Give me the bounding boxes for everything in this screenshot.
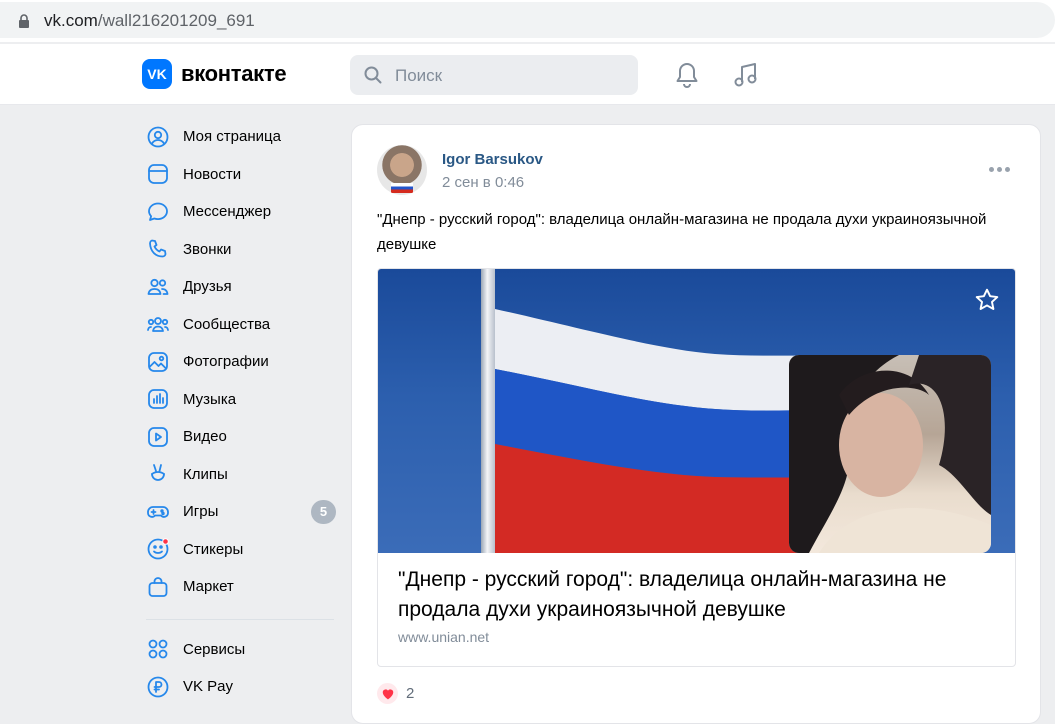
sidebar-item-clips[interactable]: Клипы bbox=[146, 456, 338, 494]
sidebar-item-label: Новости bbox=[183, 165, 242, 183]
link-card-source[interactable]: www.unian.net bbox=[398, 629, 489, 645]
post-date[interactable]: 2 сен в 0:46 bbox=[442, 174, 524, 191]
post-text: "Днепр - русский город": владелица онлай… bbox=[377, 211, 987, 253]
sidebar-item-music[interactable]: Музыка bbox=[146, 381, 338, 419]
sidebar-item-stickers[interactable]: Стикеры bbox=[146, 531, 338, 569]
more-options-icon[interactable] bbox=[989, 167, 1010, 172]
search-icon bbox=[364, 66, 382, 84]
sidebar-item-label: Друзья bbox=[183, 278, 232, 296]
vk-logo-text: вконтакте bbox=[181, 61, 287, 86]
url-field[interactable]: vk.com/wall216201209_691 bbox=[0, 2, 1055, 38]
services-icon bbox=[146, 637, 170, 661]
sidebar-item-label: Звонки bbox=[183, 240, 232, 258]
vkpay-icon bbox=[146, 675, 170, 699]
sidebar-item-label: Фотографии bbox=[183, 353, 269, 371]
communities-icon bbox=[146, 312, 170, 336]
user-circle-icon bbox=[146, 125, 170, 149]
games-icon bbox=[146, 500, 170, 524]
sidebar-item-label: Музыка bbox=[183, 390, 237, 408]
video-icon bbox=[146, 425, 170, 449]
music-icon bbox=[146, 387, 170, 411]
sidebar-item-photo[interactable]: Фотографии bbox=[146, 343, 338, 381]
sidebar-item-label: Сообщества bbox=[183, 315, 271, 333]
search-input[interactable]: Поиск bbox=[395, 66, 442, 86]
message-icon bbox=[146, 200, 170, 224]
link-card[interactable]: "Днепр - русский город": владелица онлай… bbox=[377, 268, 1016, 667]
newsfeed-icon bbox=[146, 162, 170, 186]
clips-icon bbox=[146, 462, 170, 486]
sidebar-item-vkpay[interactable]: VK Pay bbox=[146, 668, 338, 706]
stickers-icon bbox=[146, 537, 170, 561]
phone-icon bbox=[146, 237, 170, 261]
counter-badge: 5 bbox=[311, 500, 336, 524]
sidebar-item-communities[interactable]: Сообщества bbox=[146, 306, 338, 344]
sidebar-item-message[interactable]: Мессенджер bbox=[146, 193, 338, 231]
sidebar-item-services[interactable]: Сервисы bbox=[146, 631, 338, 669]
browser-address-bar: vk.com/wall216201209_691 bbox=[0, 0, 1055, 42]
sidebar-item-label: Видео bbox=[183, 428, 227, 446]
link-card-title[interactable]: "Днепр - русский город": владелица онлай… bbox=[398, 565, 1008, 625]
flag-pole bbox=[481, 269, 495, 553]
sidebar-item-label: Мессенджер bbox=[183, 203, 272, 221]
favorite-star-icon[interactable] bbox=[974, 287, 1000, 313]
music-note-icon[interactable] bbox=[733, 61, 759, 89]
friends-icon bbox=[146, 275, 170, 299]
vk-logo-mark: VK bbox=[142, 59, 172, 89]
sidebar-item-label: Стикеры bbox=[183, 540, 244, 558]
vk-logo[interactable]: VK вконтакте bbox=[142, 59, 287, 89]
lock-icon bbox=[19, 14, 29, 28]
like-count: 2 bbox=[406, 685, 415, 702]
photo-icon bbox=[146, 350, 170, 374]
left-sidebar: Моя страница Новости Мессенджер Звонки Друзь… bbox=[146, 118, 338, 706]
woman-photo bbox=[789, 355, 991, 553]
link-card-image[interactable] bbox=[378, 269, 1015, 553]
top-header: VK вконтакте Поиск bbox=[0, 44, 1055, 105]
search-box[interactable]: Поиск bbox=[350, 55, 638, 95]
sidebar-item-label: Сервисы bbox=[183, 640, 246, 658]
sidebar-item-market[interactable]: Маркет bbox=[146, 568, 338, 606]
market-icon bbox=[146, 575, 170, 599]
sidebar-item-label: Клипы bbox=[183, 465, 228, 483]
sidebar-item-video[interactable]: Видео bbox=[146, 418, 338, 456]
sidebar-item-newsfeed[interactable]: Новости bbox=[146, 156, 338, 194]
bell-icon[interactable] bbox=[674, 61, 700, 89]
sidebar-item-label: Маркет bbox=[183, 578, 234, 596]
post-author[interactable]: Igor Barsukov bbox=[442, 151, 543, 168]
wall-post: Igor Barsukov 2 сен в 0:46 "Днепр - русс… bbox=[351, 124, 1041, 724]
sidebar-item-user-circle[interactable]: Моя страница bbox=[146, 118, 338, 156]
sidebar-item-label: Моя страница bbox=[183, 128, 281, 146]
sidebar-item-label: Игры bbox=[183, 503, 219, 521]
heart-icon bbox=[377, 683, 398, 704]
sidebar-item-friends[interactable]: Друзья bbox=[146, 268, 338, 306]
sidebar-item-label: VK Pay bbox=[183, 678, 234, 696]
sidebar-item-games[interactable]: Игры 5 bbox=[146, 493, 338, 531]
avatar[interactable] bbox=[377, 145, 427, 195]
sidebar-divider bbox=[146, 618, 334, 620]
sidebar-item-phone[interactable]: Звонки bbox=[146, 231, 338, 269]
url-text: vk.com/wall216201209_691 bbox=[44, 11, 255, 30]
like-button[interactable]: 2 bbox=[377, 683, 414, 704]
